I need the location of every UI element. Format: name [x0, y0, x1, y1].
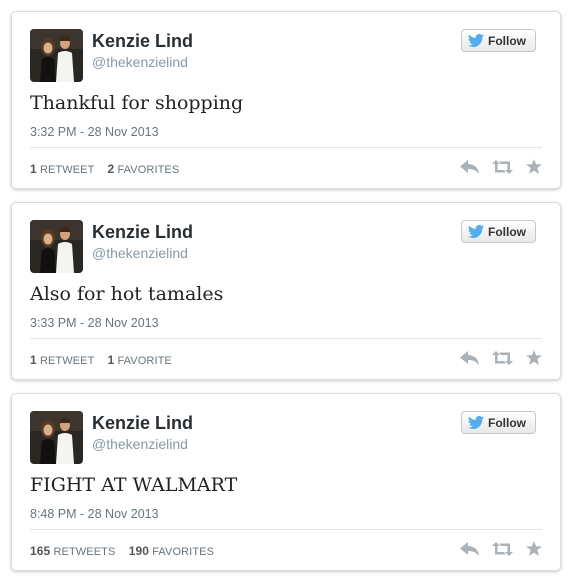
divider — [30, 338, 542, 339]
retweet-label[interactable]: RETWEET — [40, 164, 94, 176]
tweet-actions — [460, 350, 542, 365]
author-handle[interactable]: @thekenzielind — [92, 436, 188, 452]
favorite-label[interactable]: FAVORITE — [117, 355, 171, 367]
reply-icon[interactable] — [460, 541, 479, 556]
timestamp[interactable]: 3:32 PM - 28 Nov 2013 — [30, 125, 159, 139]
tweet-card: Kenzie Lind @thekenzielind Follow FIGHT … — [11, 393, 561, 571]
follow-label: Follow — [488, 33, 526, 48]
follow-label: Follow — [488, 224, 526, 239]
tweet-text: FIGHT AT WALMART — [30, 474, 238, 496]
favorite-label[interactable]: FAVORITES — [152, 546, 214, 558]
tweet-text: Also for hot tamales — [30, 283, 224, 305]
retweet-icon[interactable] — [492, 350, 513, 365]
tweet-actions — [460, 159, 542, 174]
reply-icon[interactable] — [460, 159, 479, 174]
follow-button[interactable]: Follow — [461, 411, 536, 434]
follow-label: Follow — [488, 415, 526, 430]
tweet-actions — [460, 541, 542, 556]
retweet-label[interactable]: RETWEETS — [53, 546, 115, 558]
author-name[interactable]: Kenzie Lind — [92, 222, 193, 243]
tweet-card: Kenzie Lind @thekenzielind Follow Thankf… — [11, 11, 561, 189]
twitter-bird-icon — [468, 34, 484, 47]
star-icon[interactable] — [526, 541, 542, 556]
twitter-bird-icon — [468, 416, 484, 429]
timestamp[interactable]: 8:48 PM - 28 Nov 2013 — [30, 507, 159, 521]
retweet-count[interactable]: 1 — [30, 353, 37, 367]
avatar[interactable] — [30, 220, 83, 273]
follow-button[interactable]: Follow — [461, 29, 536, 52]
avatar[interactable] — [30, 411, 83, 464]
follow-button[interactable]: Follow — [461, 220, 536, 243]
tweet-stats: 165 RETWEETS 190 FAVORITES — [30, 544, 214, 558]
twitter-bird-icon — [468, 225, 484, 238]
retweet-label[interactable]: RETWEET — [40, 355, 94, 367]
divider — [30, 147, 542, 148]
reply-icon[interactable] — [460, 350, 479, 365]
author-name[interactable]: Kenzie Lind — [92, 31, 193, 52]
author-handle[interactable]: @thekenzielind — [92, 54, 188, 70]
retweet-icon[interactable] — [492, 541, 513, 556]
author-name[interactable]: Kenzie Lind — [92, 413, 193, 434]
tweet-stats: 1 RETWEET 1 FAVORITE — [30, 353, 172, 367]
favorite-label[interactable]: FAVORITES — [117, 164, 179, 176]
retweet-count[interactable]: 1 — [30, 162, 37, 176]
favorite-count[interactable]: 2 — [108, 162, 115, 176]
author-handle[interactable]: @thekenzielind — [92, 245, 188, 261]
favorite-count[interactable]: 1 — [108, 353, 115, 367]
favorite-count[interactable]: 190 — [129, 544, 149, 558]
star-icon[interactable] — [526, 159, 542, 174]
timestamp[interactable]: 3:33 PM - 28 Nov 2013 — [30, 316, 159, 330]
avatar[interactable] — [30, 29, 83, 82]
tweet-card: Kenzie Lind @thekenzielind Follow Also f… — [11, 202, 561, 380]
retweet-icon[interactable] — [492, 159, 513, 174]
tweet-text: Thankful for shopping — [30, 92, 244, 114]
tweet-stats: 1 RETWEET 2 FAVORITES — [30, 162, 179, 176]
divider — [30, 529, 542, 530]
star-icon[interactable] — [526, 350, 542, 365]
retweet-count[interactable]: 165 — [30, 544, 50, 558]
